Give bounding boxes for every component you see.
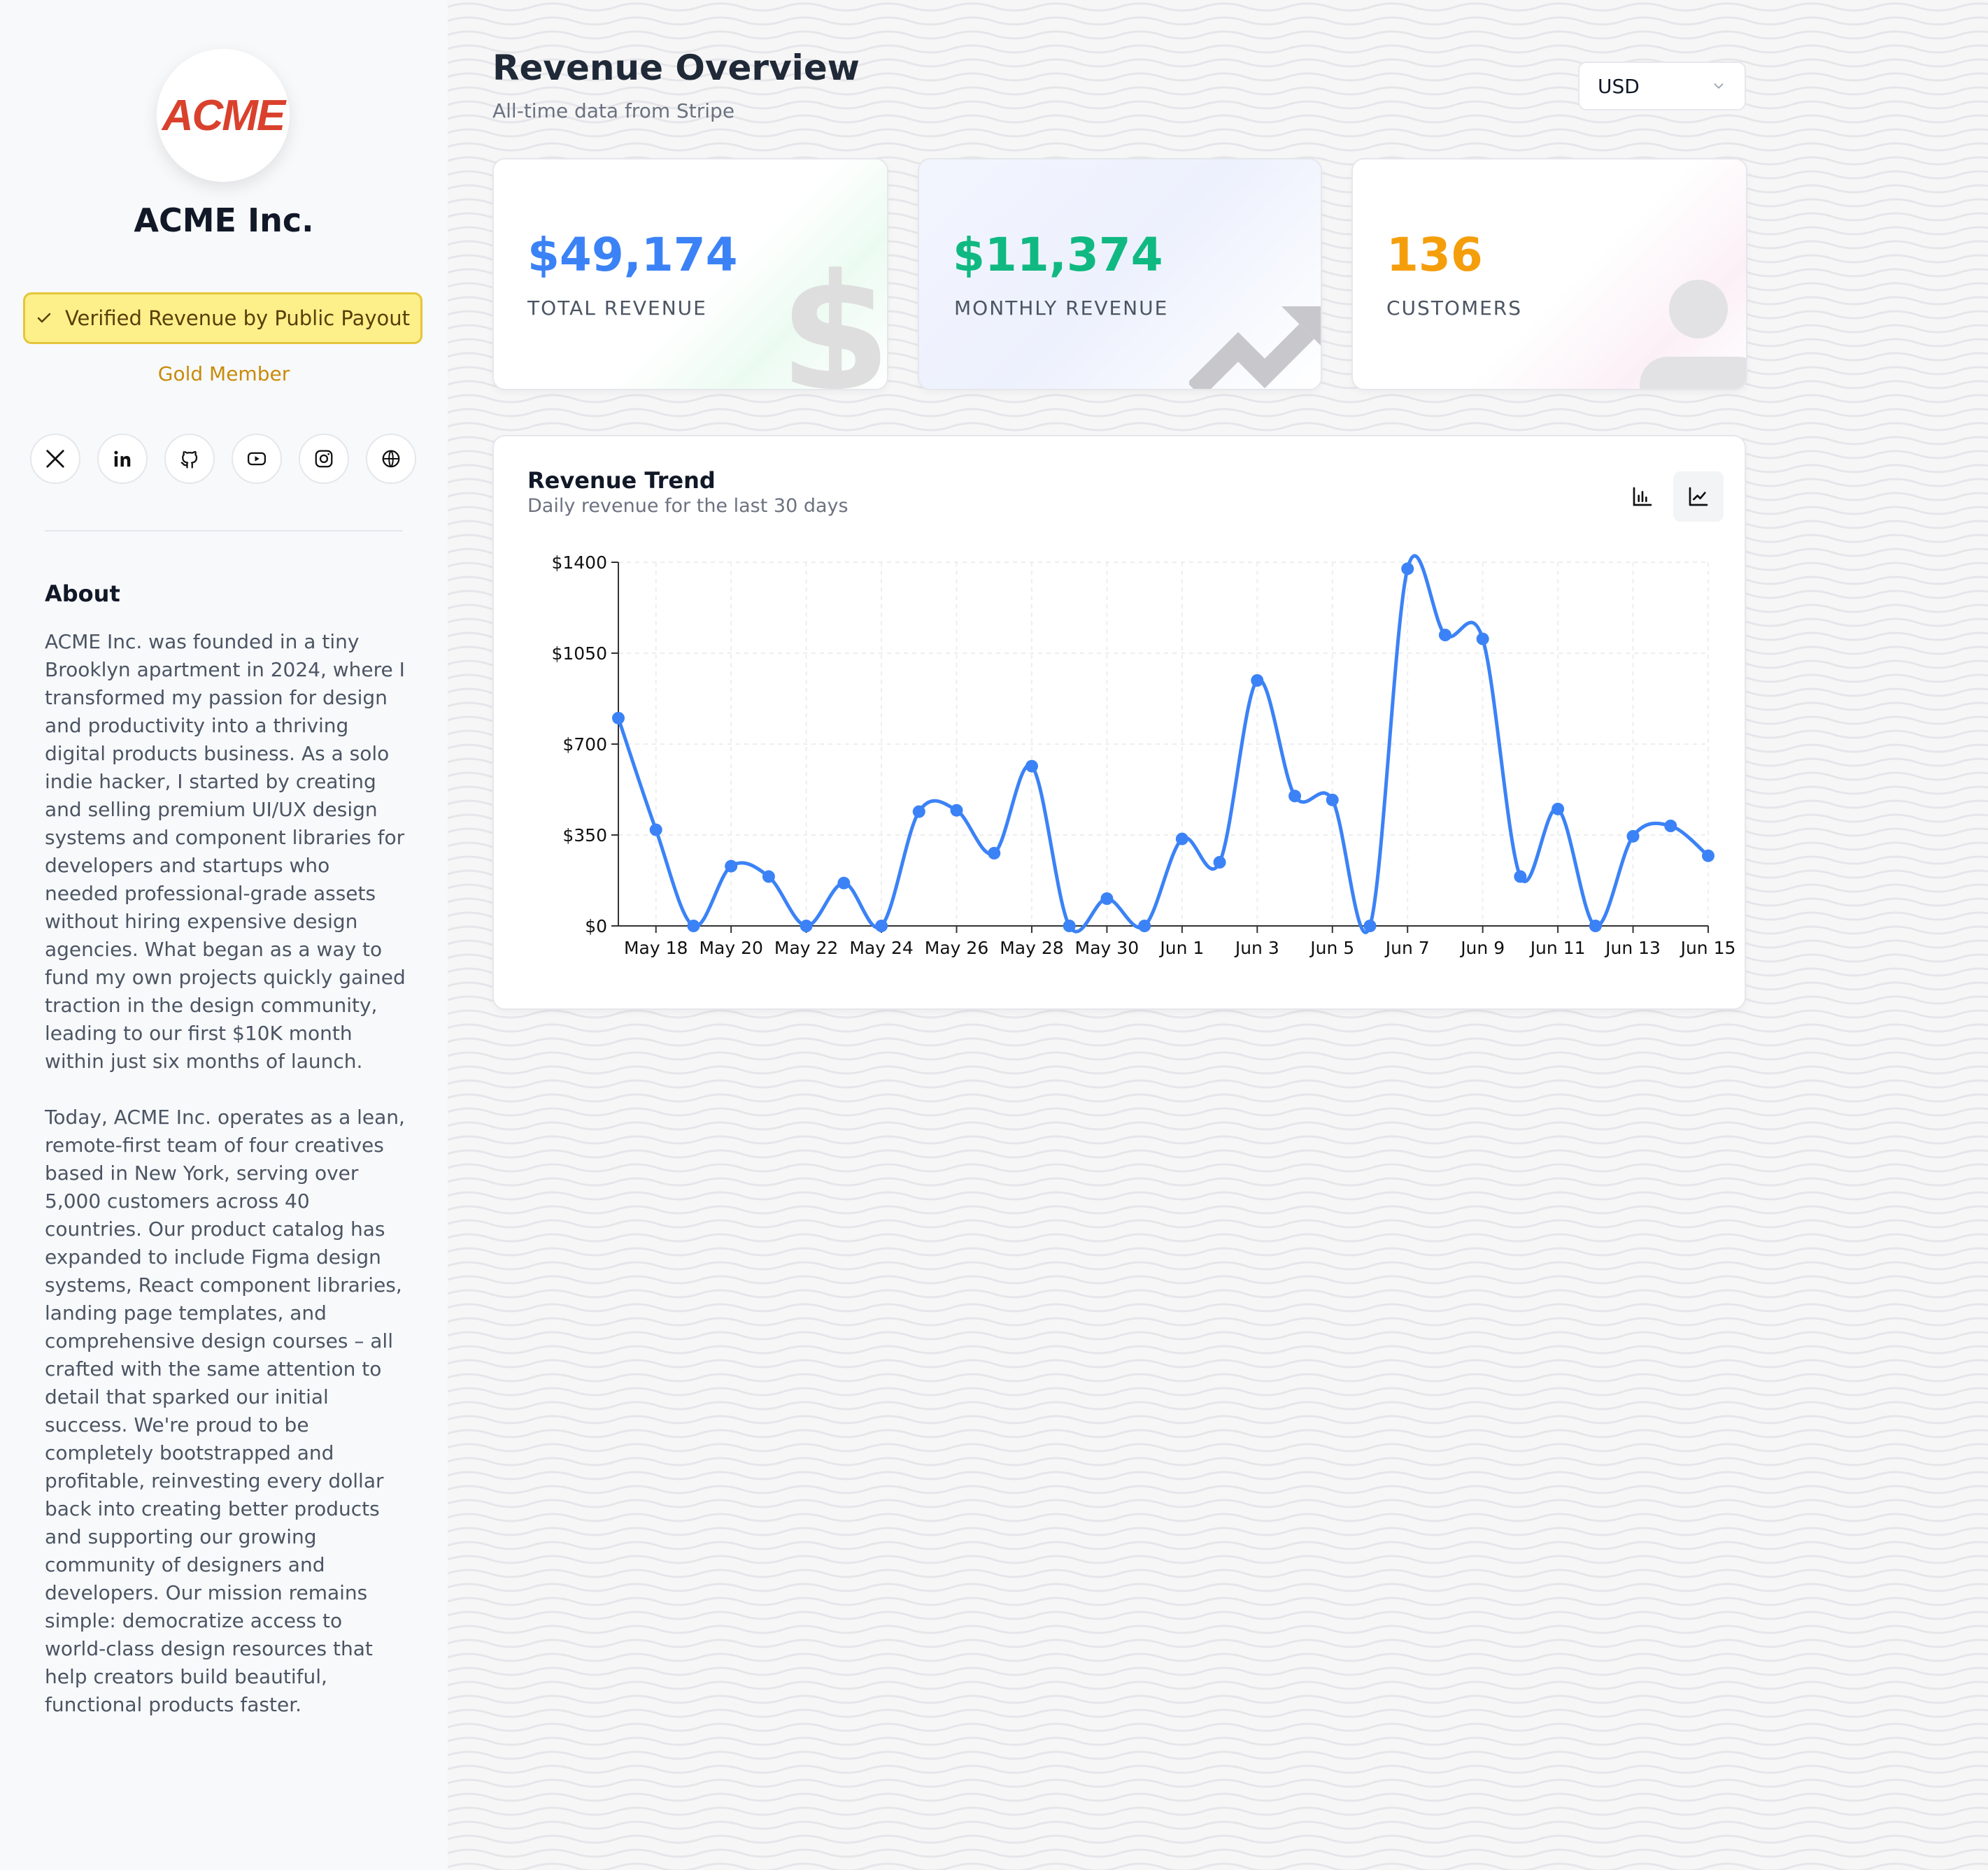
- data-point: [687, 920, 700, 932]
- logo-text: ACME: [162, 91, 286, 140]
- x-tick-label: Jun 9: [1459, 938, 1505, 958]
- data-point: [1100, 892, 1114, 905]
- social-website[interactable]: [366, 434, 416, 484]
- check-icon: [37, 313, 51, 323]
- linkedin-icon: [114, 450, 131, 467]
- data-point: [1702, 849, 1714, 862]
- revenue-line-chart: $0 $350 $700 $1050 $1400 May 18 May 20 May 22 Ma…: [551, 552, 1736, 958]
- github-icon: [180, 450, 198, 469]
- verified-label: Verified Revenue by Public Payout: [64, 306, 411, 330]
- dollar-icon: $: [779, 263, 888, 390]
- x-tick-label: Jun 15: [1680, 938, 1736, 958]
- data-point: [1138, 920, 1151, 932]
- page-title: Revenue Overview: [492, 48, 860, 88]
- x-tick-label: Jun 5: [1309, 938, 1354, 958]
- x-tick-label: May 24: [849, 938, 913, 958]
- data-point: [1438, 629, 1451, 641]
- data-point: [1251, 674, 1264, 687]
- data-point: [1025, 759, 1038, 773]
- y-tick-label: $700: [562, 734, 607, 755]
- globe-icon: [382, 450, 400, 468]
- data-point: [1626, 829, 1640, 843]
- total-revenue-label: TOTAL REVENUE: [527, 297, 707, 320]
- data-point: [1589, 920, 1602, 932]
- social-linkedin[interactable]: [97, 434, 148, 484]
- data-point: [649, 823, 662, 836]
- instagram-icon: [315, 450, 333, 468]
- currency-value: USD: [1598, 74, 1640, 98]
- social-instagram[interactable]: [299, 434, 349, 484]
- chevron-down-icon: [1714, 83, 1724, 90]
- data-point: [725, 859, 738, 873]
- total-revenue-value: $49,174: [527, 228, 738, 282]
- customers-label: CUSTOMERS: [1386, 297, 1523, 320]
- verified-badge[interactable]: Verified Revenue by Public Payout: [23, 292, 423, 344]
- monthly-revenue-label: MONTHLY REVENUE: [954, 297, 1169, 320]
- x-icon: [46, 450, 64, 468]
- x-tick-label: Jun 3: [1234, 938, 1279, 958]
- x-tick-label: May 28: [1000, 938, 1063, 958]
- data-point: [1063, 920, 1076, 932]
- x-tick-label: Jun 1: [1158, 938, 1204, 958]
- profile-sidebar: ACME ACME Inc. Verified Revenue by Publi…: [0, 0, 448, 1870]
- x-tick-label: May 26: [925, 938, 988, 958]
- company-name: ACME Inc.: [134, 201, 314, 239]
- user-icon: [1640, 280, 1746, 389]
- y-tick-label: $0: [585, 916, 607, 936]
- total-revenue-card: $49,174 TOTAL REVENUE $: [492, 158, 888, 390]
- social-x[interactable]: [30, 434, 80, 484]
- data-point: [837, 876, 851, 890]
- data-point: [988, 847, 1001, 859]
- x-tick-label: Jun 7: [1384, 938, 1430, 958]
- trending-up-icon: [1189, 306, 1321, 389]
- data-point: [762, 870, 775, 883]
- data-point: [1514, 870, 1527, 883]
- data-point: [912, 805, 925, 818]
- customers-card: 136 CUSTOMERS: [1351, 158, 1747, 390]
- data-point: [612, 711, 625, 725]
- data-point: [1288, 790, 1302, 803]
- currency-select[interactable]: USD: [1578, 62, 1746, 110]
- data-point: [1175, 832, 1188, 845]
- data-point: [1476, 632, 1489, 645]
- customers-value: 136: [1386, 228, 1483, 282]
- y-tick-label: $1400: [551, 552, 607, 573]
- data-point: [1664, 820, 1677, 832]
- membership-tier: Gold Member: [157, 362, 290, 385]
- sidebar-divider: [45, 530, 403, 531]
- x-tick-label: May 30: [1075, 938, 1139, 958]
- about-text: ACME Inc. was founded in a tiny Brooklyn…: [45, 628, 409, 1747]
- about-title: About: [45, 580, 120, 607]
- y-tick-label: $350: [562, 825, 607, 845]
- data-point: [1326, 793, 1339, 806]
- monthly-revenue-card: $11,374 MONTHLY REVENUE: [918, 158, 1322, 390]
- data-point: [875, 920, 888, 932]
- revenue-trend-card: Revenue Trend Daily revenue for the last…: [492, 435, 1746, 1010]
- social-github[interactable]: [164, 434, 215, 484]
- x-tick-label: Jun 13: [1604, 938, 1661, 958]
- company-logo: ACME: [157, 49, 290, 182]
- data-point: [1213, 856, 1226, 869]
- about-paragraph-2: Today, ACME Inc. operates as a lean, rem…: [45, 1106, 405, 1716]
- data-point: [1552, 802, 1565, 815]
- main-content: Revenue Overview All-time data from Stri…: [448, 0, 1988, 1870]
- youtube-icon: [248, 452, 266, 466]
- svg-text:$: $: [779, 263, 888, 390]
- x-tick-label: May 18: [624, 938, 688, 958]
- x-tick-label: Jun 11: [1529, 938, 1586, 958]
- social-links: [30, 434, 416, 484]
- data-point: [800, 920, 813, 932]
- data-point: [1363, 920, 1377, 932]
- about-paragraph-1: ACME Inc. was founded in a tiny Brooklyn…: [45, 630, 406, 1073]
- data-point: [950, 804, 963, 817]
- x-tick-label: May 22: [774, 938, 838, 958]
- social-youtube[interactable]: [232, 434, 282, 484]
- monthly-revenue-value: $11,374: [953, 228, 1163, 282]
- x-tick-label: May 20: [699, 938, 762, 958]
- data-point: [1401, 562, 1414, 576]
- y-tick-label: $1050: [551, 643, 607, 664]
- page-subtitle: All-time data from Stripe: [492, 99, 735, 122]
